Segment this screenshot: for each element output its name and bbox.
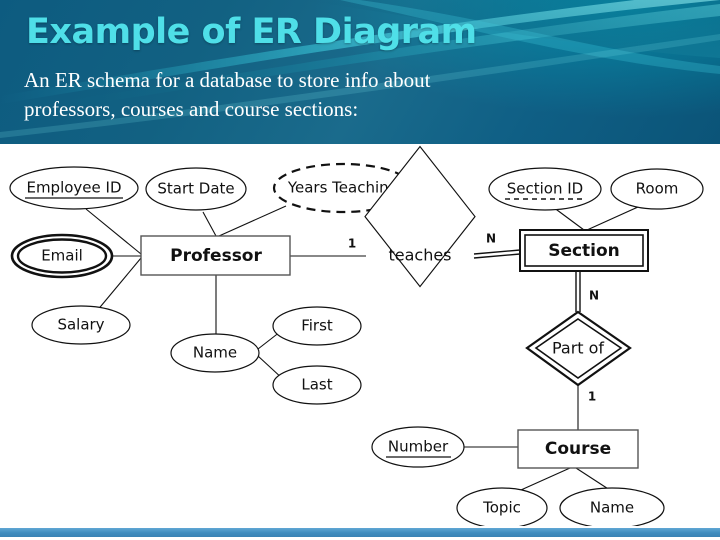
attribute-label: Topic xyxy=(482,499,521,517)
cardinality-teaches-professor: 1 xyxy=(348,237,356,251)
attribute-last: Last xyxy=(272,365,362,405)
edge-startdate-professor xyxy=(202,211,217,237)
slide-canvas: Example of ER Diagram An ER schema for a… xyxy=(0,0,720,540)
attribute-label: Number xyxy=(388,438,449,456)
attribute-prof-name: Name xyxy=(170,333,260,373)
edge-room-section xyxy=(586,206,639,231)
attribute-room: Room xyxy=(610,168,704,210)
relationship-label: teaches xyxy=(388,246,451,265)
attribute-label: Start Date xyxy=(157,180,234,198)
attribute-label: Section ID xyxy=(507,180,583,198)
edge-sectionid-section xyxy=(552,206,585,231)
attribute-section-id: Section ID xyxy=(488,167,602,211)
attribute-course-name: Name xyxy=(559,487,665,526)
cardinality-partof-section: N xyxy=(589,289,599,303)
attribute-start-date: Start Date xyxy=(145,167,247,211)
entity-label: Course xyxy=(545,439,611,459)
attribute-label: Salary xyxy=(57,316,104,334)
attribute-label: Years Teaching xyxy=(287,179,398,197)
cardinality-partof-course: 1 xyxy=(588,390,596,404)
attribute-label: Name xyxy=(590,499,634,517)
page-title: Example of ER Diagram xyxy=(26,12,477,52)
attribute-first: First xyxy=(272,306,362,346)
attribute-label: Email xyxy=(41,247,83,265)
edge-teaches-section-inner xyxy=(473,253,521,259)
body-line-2: professors, courses and course sections: xyxy=(24,97,359,121)
attribute-salary: Salary xyxy=(31,305,131,345)
attribute-employee-id: Employee ID xyxy=(9,166,139,210)
edge-teaches-section-outer xyxy=(473,249,521,255)
er-diagram-image: Employee ID Email Salary Start Date Year… xyxy=(0,144,720,526)
entity-professor: Professor xyxy=(140,235,291,276)
relationship-label: Part of xyxy=(552,339,604,358)
slide-body-text: An ER schema for a database to store inf… xyxy=(24,66,696,124)
entity-course: Course xyxy=(517,429,639,469)
entity-section: Section xyxy=(519,229,649,272)
attribute-label: Employee ID xyxy=(26,179,121,197)
attribute-topic: Topic xyxy=(456,487,548,526)
cardinality-teaches-section: N xyxy=(486,232,496,246)
body-line-1: An ER schema for a database to store inf… xyxy=(24,68,431,92)
attribute-label: Last xyxy=(301,376,332,394)
attribute-number: Number xyxy=(371,426,465,468)
entity-label: Professor xyxy=(170,246,262,266)
footer-accent-bar xyxy=(0,528,720,537)
entity-label: Section xyxy=(548,241,620,261)
relationship-part-of: Part of xyxy=(525,310,632,387)
attribute-label: Name xyxy=(193,344,237,362)
edge-yearsteaching-professor xyxy=(218,205,287,237)
slide-header: Example of ER Diagram An ER schema for a… xyxy=(0,0,720,144)
attribute-label: First xyxy=(301,317,333,335)
attribute-label: Room xyxy=(636,180,679,198)
attribute-email: Email xyxy=(10,233,114,279)
